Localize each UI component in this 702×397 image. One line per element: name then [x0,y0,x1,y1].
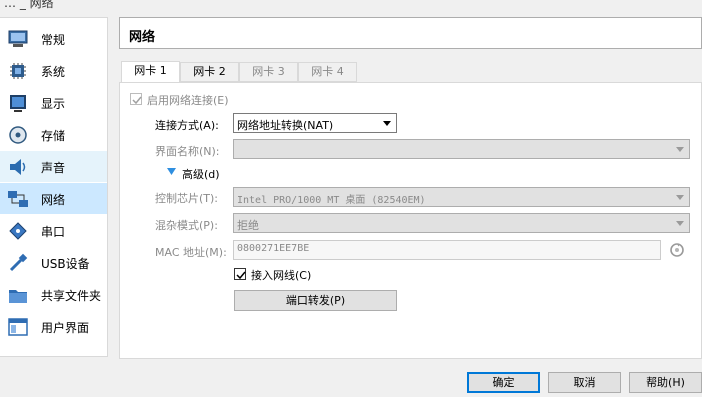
port-forwarding-button[interactable]: 端口转发(P) [234,290,397,311]
attached-to-value: 网络地址转换(NAT) [237,119,334,132]
cable-connected-label: 接入网线(C) [251,269,312,282]
cable-connected-checkbox[interactable] [234,268,246,280]
settings-sidebar: 常规 系统 显示 存储 声音 网络 串口 USB设备 共享文件夹 用户界面 [0,17,108,357]
display-icon [10,95,26,112]
sidebar-item-audio[interactable]: 声音 [0,151,107,182]
ok-button[interactable]: 确定 [467,372,540,393]
advanced-label: 高级(d) [182,168,220,181]
sidebar-item-label: 共享文件夹 [41,289,102,303]
sidebar-item-label: 系统 [41,65,66,79]
tab-adapter-1[interactable]: 网卡 1 [121,61,180,83]
enable-adapter-checkbox[interactable] [130,93,142,105]
sidebar-item-label: 显示 [41,97,66,111]
triangle-down-icon [167,168,176,175]
window-title: … _ 网络 [4,0,54,10]
sidebar-item-label: 用户界面 [41,321,90,335]
tab-adapter-4[interactable]: 网卡 4 [298,62,357,82]
sidebar-item-label: 网络 [41,193,66,207]
attached-to-select[interactable]: 网络地址转换(NAT) [233,113,397,133]
promiscuous-label: 混杂模式(P): [155,219,218,232]
ui-window-icon [8,318,28,336]
interface-name-select[interactable] [233,139,690,159]
adapter-type-label: 控制芯片(T): [155,192,219,205]
chevron-down-icon [383,121,391,126]
sidebar-item-usb[interactable]: USB设备 [0,247,107,278]
chevron-down-icon [676,147,684,152]
chip-icon [10,63,26,79]
refresh-mac-icon[interactable] [669,242,685,258]
tab-adapter-2[interactable]: 网卡 2 [180,62,239,82]
disk-icon [9,126,27,144]
mac-address-input[interactable] [237,243,657,254]
cancel-button[interactable]: 取消 [548,372,621,393]
sidebar-item-system[interactable]: 系统 [0,55,107,86]
promiscuous-value: 拒绝 [237,219,259,232]
adapter-type-value: Intel PRO/1000 MT 桌面 (82540EM) [237,195,426,206]
sidebar-item-shared-folders[interactable]: 共享文件夹 [0,279,107,310]
sidebar-item-label: 常规 [41,33,66,47]
help-button[interactable]: 帮助(H) [629,372,702,393]
sidebar-item-storage[interactable]: 存储 [0,119,107,150]
chevron-down-icon [676,221,684,226]
page-title: 网络 [129,30,156,45]
monitor-icon [8,30,28,47]
interface-name-label: 界面名称(N): [155,145,220,158]
sidebar-item-user-interface[interactable]: 用户界面 [0,311,107,342]
tab-adapter-3[interactable]: 网卡 3 [239,62,298,82]
speaker-icon [10,159,26,175]
advanced-toggle[interactable]: 高级(d) [167,166,227,181]
folder-icon [9,290,27,303]
sidebar-item-label: USB设备 [41,257,90,271]
sidebar-item-network[interactable]: 网络 [0,183,107,214]
window-titlebar: … _ 网络 [0,0,702,10]
sidebar-item-display[interactable]: 显示 [0,87,107,118]
sidebar-item-label: 串口 [41,225,66,239]
adapter-type-select[interactable]: Intel PRO/1000 MT 桌面 (82540EM) [233,187,690,207]
enable-adapter-label: 启用网络连接(E) [147,94,229,107]
chevron-down-icon [676,195,684,200]
mac-address-field[interactable] [233,240,661,260]
promiscuous-select[interactable]: 拒绝 [233,213,690,233]
sidebar-item-label: 存储 [41,129,66,143]
serial-port-icon [9,222,27,240]
mac-address-label: MAC 地址(M): [155,246,227,259]
network-icon [8,191,28,207]
page-title-box: 网络 [119,17,702,49]
usb-icon [9,253,28,272]
attached-to-label: 连接方式(A): [155,119,219,132]
sidebar-item-label: 声音 [41,161,66,175]
sidebar-item-general[interactable]: 常规 [0,23,107,54]
sidebar-item-serial[interactable]: 串口 [0,215,107,246]
